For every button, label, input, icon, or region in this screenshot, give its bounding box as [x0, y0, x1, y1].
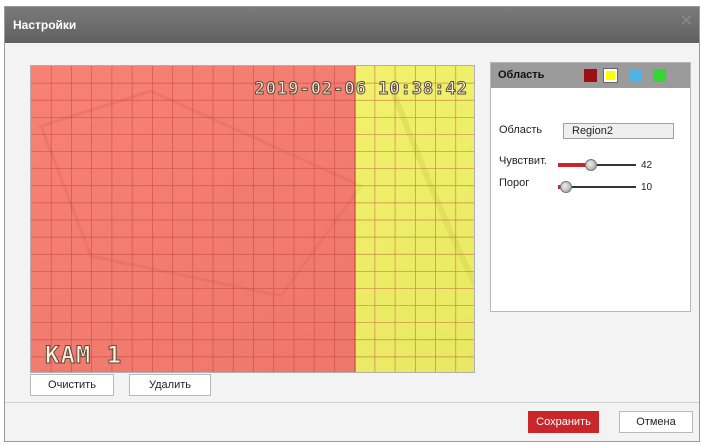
panel-header: Область: [491, 63, 690, 88]
threshold-label: Порог: [499, 177, 530, 189]
threshold-handle[interactable]: [560, 181, 572, 193]
dialog-title: Настройки: [13, 18, 77, 32]
swatch-region3[interactable]: [629, 69, 642, 82]
osd-camera-label: KAM 1: [44, 341, 123, 370]
settings-dialog: Настройки ✕ 2019-02-06 10:38:42 KAM 1 Оч…: [4, 6, 700, 442]
video-preview[interactable]: 2019-02-06 10:38:42 KAM 1: [30, 65, 475, 373]
clear-button[interactable]: Очистить: [30, 374, 114, 396]
sensitivity-label: Чувствит.: [499, 155, 547, 167]
threshold-slider[interactable]: [558, 181, 636, 193]
swatch-region1[interactable]: [584, 69, 597, 82]
region1-overlay: [31, 66, 356, 372]
motion-grid-canvas[interactable]: [31, 66, 475, 373]
sensitivity-slider[interactable]: [558, 159, 636, 171]
region-settings-panel: Область Область Region2 Чувствит. 42 Пор…: [490, 62, 691, 312]
region-label: Область: [499, 124, 543, 136]
swatch-region2[interactable]: [603, 68, 618, 83]
save-button[interactable]: Сохранить: [528, 411, 599, 433]
osd-timestamp: 2019-02-06 10:38:42: [254, 79, 468, 100]
swatch-region4[interactable]: [653, 69, 666, 82]
sensitivity-value: 42: [641, 160, 653, 171]
region-name-field[interactable]: Region2: [563, 123, 674, 139]
dialog-footer: Сохранить Отмена: [5, 402, 699, 441]
close-icon[interactable]: ✕: [680, 14, 693, 30]
threshold-value: 10: [641, 182, 653, 193]
sensitivity-handle[interactable]: [585, 159, 597, 171]
delete-button[interactable]: Удалить: [129, 374, 211, 396]
title-bar: Настройки ✕: [5, 7, 699, 43]
panel-header-label: Область: [498, 69, 545, 81]
cancel-button[interactable]: Отмена: [619, 411, 693, 433]
